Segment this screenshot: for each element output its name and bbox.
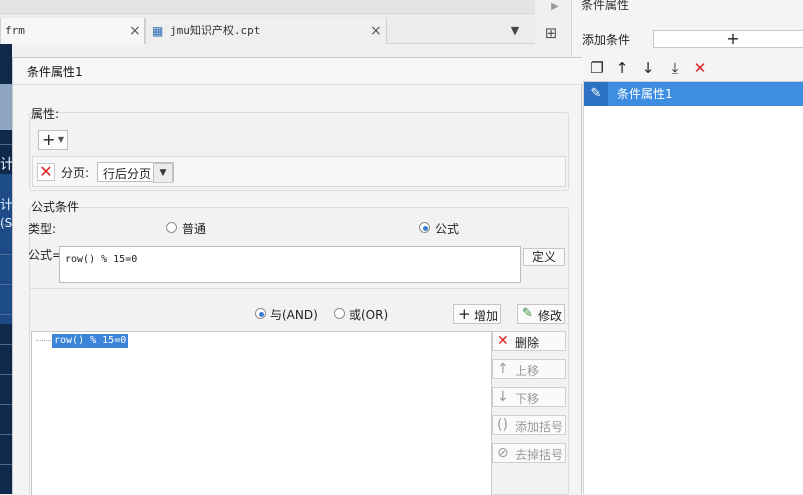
delete-icon: ✕ xyxy=(497,333,509,349)
pagination-value: 行后分页 xyxy=(103,167,152,181)
add-label: 增加 xyxy=(474,309,499,323)
chevron-down-icon: ▼ xyxy=(57,135,64,144)
tab-jmu-cpt[interactable]: ▦ jmu知识产权.cpt × xyxy=(145,18,387,44)
condition-expression-item[interactable]: row() % 15=0 xyxy=(52,334,129,348)
delete-condition-button[interactable]: ✕ 删除 xyxy=(492,331,566,351)
remove-parenthesis-icon: ⊘ xyxy=(497,445,509,461)
strip-text: 计 xyxy=(0,157,12,173)
condition-dialog: 条件属性1 属性: + ▼ ✕ 分页: 行后分页 ▼ 公式条件 类型: 普通 公… xyxy=(12,57,583,495)
pagination-select[interactable]: 行后分页 ▼ xyxy=(97,162,174,183)
modify-label: 修改 xyxy=(538,309,563,323)
delete-label: 删除 xyxy=(515,336,540,350)
add-property-dropdown[interactable]: + ▼ xyxy=(38,130,68,150)
logic-and-label: 与(AND) xyxy=(270,308,318,322)
arrow-up-icon: ↑ xyxy=(497,361,509,377)
condition-list-item[interactable]: ✎ 条件属性1 xyxy=(584,82,803,106)
move-up-label: 上移 xyxy=(515,364,540,378)
formula-label: 公式= xyxy=(28,248,63,262)
move-down-button[interactable]: ↓ 下移 xyxy=(492,387,566,407)
formula-input[interactable]: row() % 15=0 xyxy=(59,246,521,283)
cell-grid-icon[interactable]: ⊞ xyxy=(540,22,562,44)
strip-text: (S xyxy=(0,216,12,230)
logic-and-radio[interactable] xyxy=(255,308,266,319)
define-button[interactable]: 定义 xyxy=(523,248,565,266)
close-icon[interactable]: × xyxy=(129,18,141,44)
add-condition-label: 添加条件 xyxy=(582,33,631,47)
dialog-title: 条件属性1 xyxy=(27,65,83,79)
chevron-down-icon[interactable]: ▼ xyxy=(153,163,173,183)
add-parenthesis-button[interactable]: () 添加括号 xyxy=(492,415,566,435)
add-condition-button[interactable]: + xyxy=(653,30,803,48)
logic-or-label: 或(OR) xyxy=(349,308,389,322)
modify-condition-btn[interactable]: ✎ 修改 xyxy=(517,304,565,324)
condition-toolbar: ❐ ↑ ↓ ⤓ ✕ xyxy=(582,57,803,81)
delete-icon[interactable]: ✕ xyxy=(689,57,711,79)
formula-value: row() % 15=0 xyxy=(65,254,138,265)
tab-label: jmu知识产权.cpt xyxy=(170,24,261,37)
logic-or-radio[interactable] xyxy=(334,308,345,319)
condition-panel: 条件属性 添加条件 + ❐ ↑ ↓ ⤓ ✕ ✎ 条件属性1 xyxy=(571,0,803,494)
tab-bar-strip xyxy=(0,0,535,14)
remove-property-icon[interactable]: ✕ xyxy=(37,163,55,181)
modify-icon: ✎ xyxy=(522,306,533,321)
type-normal-label: 普通 xyxy=(182,222,207,236)
plus-icon: + xyxy=(458,305,471,323)
panel-title: 条件属性 xyxy=(581,0,630,12)
divider xyxy=(29,288,569,289)
tab-label: frm xyxy=(5,24,25,37)
tab-menu-icon[interactable]: ▼ xyxy=(506,22,524,40)
pagination-label: 分页: xyxy=(61,166,90,180)
parenthesis-icon: () xyxy=(497,417,508,433)
move-bottom-icon[interactable]: ⤓ xyxy=(664,57,686,79)
dialog-title-bar: 条件属性1 xyxy=(13,58,583,85)
properties-label: 属性: xyxy=(31,107,60,121)
edit-pencil-icon: ✎ xyxy=(584,82,608,106)
add-parenthesis-label: 添加括号 xyxy=(515,420,564,434)
plus-icon: + xyxy=(42,130,56,149)
editor-tab-bar: frm × ▦ jmu知识产权.cpt × ▼ xyxy=(0,0,535,44)
move-up-button[interactable]: ↑ 上移 xyxy=(492,359,566,379)
remove-parenthesis-button[interactable]: ⊘ 去掉括号 xyxy=(492,443,566,463)
type-label: 类型: xyxy=(28,222,57,236)
tree-connector xyxy=(36,340,51,341)
pagination-property-row: ✕ 分页: 行后分页 ▼ xyxy=(32,156,566,187)
formula-condition-label: 公式条件 xyxy=(31,200,80,214)
type-normal-radio[interactable] xyxy=(166,222,177,233)
condition-expression-list: row() % 15=0 xyxy=(31,331,492,495)
sheet-edge: I 计 计 (S xyxy=(0,44,12,494)
move-up-icon[interactable]: ↑ xyxy=(611,57,633,79)
condition-item-label: 条件属性1 xyxy=(617,87,673,101)
tab-frm[interactable]: frm × xyxy=(0,18,145,44)
grid-file-icon: ▦ xyxy=(152,24,164,38)
move-down-label: 下移 xyxy=(515,392,540,406)
strip-text: I xyxy=(0,130,3,141)
strip-text: 计 xyxy=(0,198,12,213)
arrow-down-icon: ↓ xyxy=(497,389,509,405)
sheet-header xyxy=(0,84,12,130)
copy-icon[interactable]: ❐ xyxy=(586,57,608,79)
move-down-icon[interactable]: ↓ xyxy=(637,57,659,79)
condition-list: ✎ 条件属性1 xyxy=(583,81,803,494)
remove-parenthesis-label: 去掉括号 xyxy=(515,448,564,462)
close-icon[interactable]: × xyxy=(370,18,382,44)
type-formula-radio[interactable] xyxy=(419,222,430,233)
collapse-arrow-icon[interactable]: ▶ xyxy=(540,0,570,16)
add-condition-btn[interactable]: + 增加 xyxy=(453,304,501,324)
type-formula-label: 公式 xyxy=(435,222,460,236)
